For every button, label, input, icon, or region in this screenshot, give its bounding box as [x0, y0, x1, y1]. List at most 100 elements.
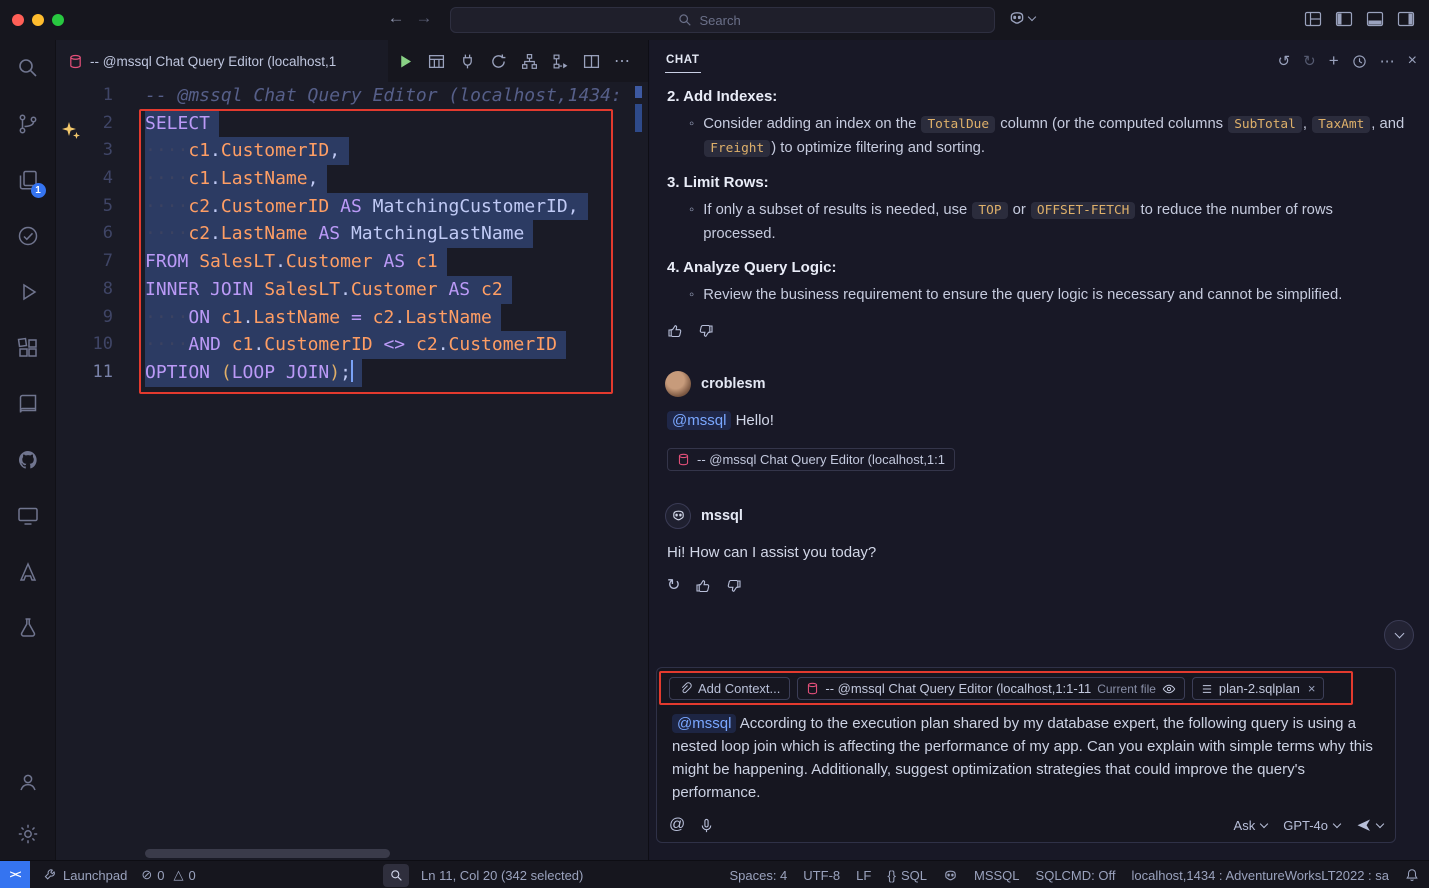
assistant-message-header: mssql — [665, 503, 1405, 529]
context-chip-sqlplan[interactable]: plan-2.sqlplan × — [1192, 677, 1325, 700]
actual-plan-icon[interactable] — [552, 53, 569, 70]
code-line[interactable]: 5····c2.CustomerID AS MatchingCustomerID… — [56, 193, 648, 221]
toggle-secondary-sidebar-icon[interactable] — [1397, 10, 1415, 28]
line-content: ····c2.CustomerID AS MatchingCustomerID, — [145, 193, 588, 221]
zoom-indicator[interactable] — [383, 864, 409, 887]
notifications-bell-icon[interactable] — [1405, 868, 1419, 882]
copilot-status-icon[interactable] — [943, 868, 958, 883]
connect-plug-icon[interactable] — [459, 53, 476, 70]
code-line[interactable]: 8INNER JOIN SalesLT.Customer AS c2 — [56, 276, 648, 304]
code-line[interactable]: 9····ON c1.LastName = c2.LastName — [56, 304, 648, 332]
message-attachment[interactable]: -- @mssql Chat Query Editor (localhost,1… — [667, 448, 955, 471]
sidebar-item-database-projects[interactable] — [0, 600, 56, 656]
indentation-item[interactable]: Spaces: 4 — [729, 868, 787, 883]
warnings-icon: △ — [173, 867, 183, 883]
connection-item[interactable]: localhost,1434 : AdventureWorksLT2022 : … — [1131, 868, 1389, 883]
mssql-item[interactable]: MSSQL — [974, 868, 1020, 883]
overview-ruler-mark — [635, 86, 642, 98]
sidebar-item-accounts[interactable] — [0, 756, 56, 808]
line-number: 9 — [56, 304, 113, 332]
remote-indicator[interactable]: >< — [0, 861, 30, 888]
send-button[interactable] — [1356, 817, 1383, 833]
more-actions-icon[interactable]: ⋯ — [614, 51, 630, 71]
code-editor[interactable]: 1-- @mssql Chat Query Editor (localhost,… — [56, 82, 648, 860]
line-number: 10 — [56, 331, 113, 359]
mention-chip[interactable]: @mssql — [667, 411, 731, 430]
code-line[interactable]: 7FROM SalesLT.Customer AS c1 — [56, 248, 648, 276]
sidebar-item-docs[interactable] — [0, 376, 56, 432]
sqlcmd-item[interactable]: SQLCMD: Off — [1036, 868, 1116, 883]
sidebar-item-tasks[interactable] — [0, 208, 56, 264]
close-icon[interactable]: × — [1408, 52, 1417, 70]
customize-layout-icon[interactable] — [1304, 10, 1322, 28]
sidebar-item-run-query[interactable] — [0, 264, 56, 320]
remove-chip-icon[interactable]: × — [1308, 681, 1316, 696]
more-icon[interactable]: ⋯ — [1380, 52, 1395, 70]
forward-arrow-icon[interactable]: → — [412, 8, 436, 28]
code-line[interactable]: 3····c1.CustomerID, — [56, 137, 648, 165]
assistant-name: mssql — [701, 508, 743, 524]
code-line[interactable]: 10····AND c1.CustomerID <> c2.CustomerID — [56, 331, 648, 359]
encoding-item[interactable]: UTF-8 — [803, 868, 840, 883]
search-input[interactable] — [698, 12, 768, 29]
sidebar-item-github[interactable] — [0, 432, 56, 488]
code-line[interactable]: 4····c1.LastName, — [56, 165, 648, 193]
command-center-search[interactable] — [450, 7, 995, 33]
zoom-window-button[interactable] — [52, 14, 64, 26]
close-window-button[interactable] — [12, 14, 24, 26]
language-item[interactable]: {} SQL — [887, 868, 927, 883]
code-line[interactable]: 2SELECT — [56, 110, 648, 138]
mention-icon[interactable]: @ — [669, 816, 685, 834]
context-chip-editor[interactable]: -- @mssql Chat Query Editor (localhost,1… — [797, 677, 1185, 700]
problems-item[interactable]: ⊘0 △0 — [141, 867, 195, 883]
code-line[interactable]: 6····c2.LastName AS MatchingLastName — [56, 220, 648, 248]
split-editor-icon[interactable] — [583, 53, 600, 70]
list-item-bullet: ◦If only a subset of results is needed, … — [689, 199, 1405, 245]
results-grid-icon[interactable] — [428, 53, 445, 70]
sidebar-item-chat-sessions[interactable]: 1 — [0, 152, 56, 208]
estimated-plan-icon[interactable] — [521, 53, 538, 70]
eye-icon[interactable] — [1162, 682, 1176, 696]
code-line[interactable]: 1-- @mssql Chat Query Editor (localhost,… — [56, 82, 648, 110]
copilot-menu-button[interactable] — [1008, 9, 1035, 27]
sidebar-item-extensions[interactable] — [0, 320, 56, 376]
cursor-position[interactable]: Ln 11, Col 20 (342 selected) — [421, 868, 583, 883]
redo-icon[interactable]: ↻ — [1303, 52, 1316, 70]
mention-chip[interactable]: @mssql — [672, 714, 736, 733]
editor-tab[interactable]: -- @mssql Chat Query Editor (localhost,1 — [56, 40, 388, 82]
chat-input-box[interactable]: Add Context... -- @mssql Chat Query Edit… — [656, 667, 1396, 843]
thumbs-up-icon[interactable] — [695, 578, 711, 594]
sidebar-item-azure[interactable] — [0, 544, 56, 600]
sidebar-item-remote-explorer[interactable] — [0, 488, 56, 544]
eol-item[interactable]: LF — [856, 868, 871, 883]
undo-icon[interactable]: ↺ — [1278, 52, 1291, 70]
sidebar-item-source-control[interactable] — [0, 96, 56, 152]
chevron-down-icon — [1028, 12, 1036, 20]
thumbs-up-icon[interactable] — [667, 323, 683, 339]
chevron-down-icon — [1376, 819, 1384, 827]
toggle-panel-icon[interactable] — [1366, 10, 1384, 28]
back-arrow-icon[interactable]: ← — [384, 8, 408, 28]
launchpad-item[interactable]: Launchpad — [44, 868, 127, 883]
list-item: 3. Limit Rows:◦If only a subset of resul… — [665, 172, 1405, 245]
sidebar-item-settings[interactable] — [0, 808, 56, 860]
toggle-sidebar-icon[interactable] — [1335, 10, 1353, 28]
add-context-button[interactable]: Add Context... — [669, 677, 790, 700]
scroll-to-bottom-button[interactable] — [1384, 620, 1414, 650]
sidebar-item-search[interactable] — [0, 40, 56, 96]
input-controls: @ Ask GPT-4o — [669, 816, 1383, 834]
mode-dropdown[interactable]: Ask — [1234, 818, 1268, 833]
horizontal-scrollbar[interactable] — [145, 849, 390, 858]
run-query-button[interactable] — [397, 53, 414, 70]
thumbs-down-icon[interactable] — [726, 578, 742, 594]
microphone-icon[interactable] — [699, 818, 714, 833]
history-icon[interactable] — [1352, 54, 1367, 69]
thumbs-down-icon[interactable] — [698, 323, 714, 339]
minimize-window-button[interactable] — [32, 14, 44, 26]
code-line[interactable]: 11OPTION (LOOP JOIN); — [56, 359, 648, 387]
new-chat-icon[interactable]: + — [1329, 51, 1339, 71]
model-dropdown[interactable]: GPT-4o — [1283, 818, 1340, 833]
change-connection-icon[interactable] — [490, 53, 507, 70]
regenerate-icon[interactable]: ↻ — [667, 578, 680, 594]
chat-input-text[interactable]: @mssql According to the execution plan s… — [672, 712, 1380, 804]
